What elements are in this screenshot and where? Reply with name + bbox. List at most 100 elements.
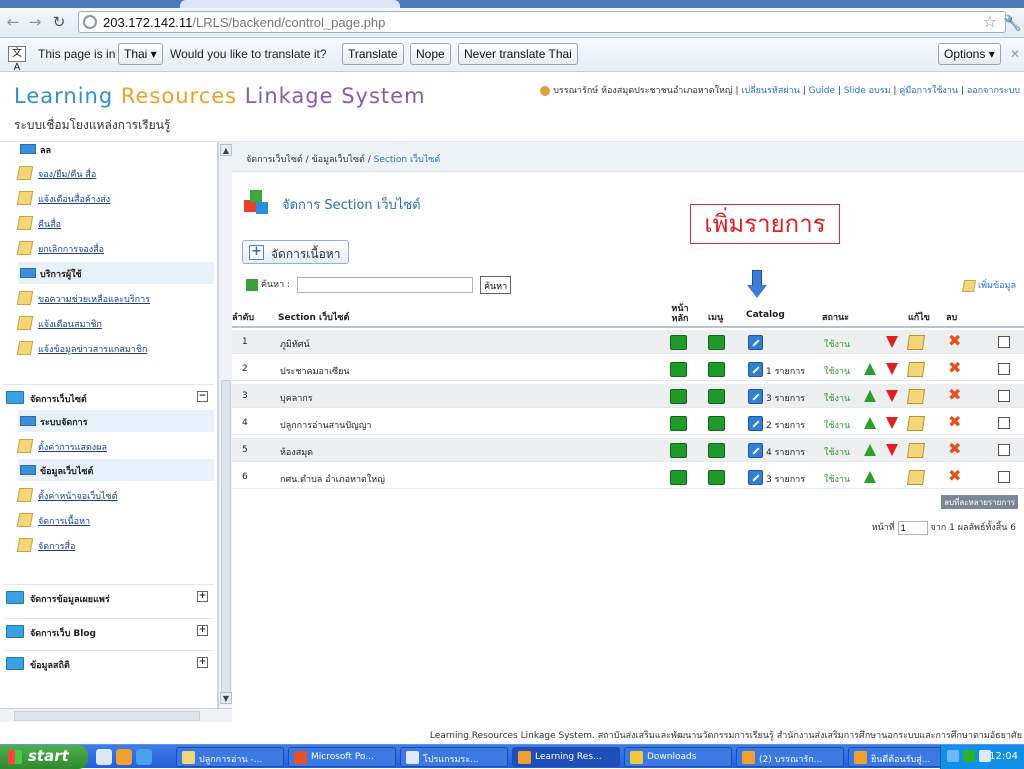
sidebar-item-manage-media[interactable]: จัดการสื่อ	[16, 534, 214, 556]
edit-icon[interactable]	[906, 389, 926, 404]
move-down-icon[interactable]	[886, 336, 898, 348]
sidebar-item-return[interactable]: คืนสื่อ	[16, 212, 214, 234]
network-icon[interactable]	[963, 750, 975, 762]
move-up-icon[interactable]	[864, 363, 876, 375]
status-label[interactable]: ใช้งาน	[824, 391, 850, 405]
menu-toggle-icon[interactable]	[708, 389, 725, 404]
edit-icon[interactable]	[906, 416, 926, 431]
site-logo[interactable]: Learning Resources Linkage System	[14, 84, 426, 108]
home-toggle-icon[interactable]	[670, 443, 687, 458]
delete-icon[interactable]: ✖	[948, 387, 961, 403]
wrench-icon[interactable]: 🔧	[1003, 14, 1022, 32]
catalog-edit-icon[interactable]	[748, 335, 763, 350]
home-toggle-icon[interactable]	[670, 416, 687, 431]
language-select[interactable]: Thai ▾	[118, 43, 163, 65]
ie-icon[interactable]	[136, 749, 152, 765]
bookmark-star-icon[interactable]: ☆	[983, 12, 997, 31]
menu-toggle-icon[interactable]	[708, 416, 725, 431]
taskbar-item[interactable]: Microsoft Po...	[288, 747, 396, 767]
slide-link[interactable]: Slide อบรม	[844, 86, 891, 96]
edit-icon[interactable]	[906, 335, 926, 350]
row-checkbox[interactable]	[998, 336, 1010, 348]
expand-icon[interactable]: +	[197, 591, 208, 602]
delete-icon[interactable]: ✖	[948, 360, 961, 376]
delete-icon[interactable]: ✖	[948, 333, 961, 349]
menu-toggle-icon[interactable]	[708, 443, 725, 458]
sidebar-item-notify-member[interactable]: แจ้งเตือนสมาชิก	[16, 312, 214, 334]
sidebar-item-overdue[interactable]: แจ้งเตือนสื่อค้างส่ง	[16, 187, 214, 209]
status-label[interactable]: ใช้งาน	[824, 472, 850, 486]
catalog-edit-icon[interactable]	[748, 362, 763, 377]
menu-toggle-icon[interactable]	[708, 362, 725, 377]
start-button[interactable]: start	[0, 745, 88, 769]
edit-icon[interactable]	[906, 362, 926, 377]
nope-button[interactable]: Nope	[410, 43, 451, 65]
breadcrumb-current[interactable]: Section เว็บไซต์	[374, 155, 441, 165]
status-label[interactable]: ใช้งาน	[824, 337, 850, 351]
scroll-thumb[interactable]	[221, 380, 231, 696]
sidebar-item-homepage-settings[interactable]: ตั้งค่าหน้าจอเว็บไซต์	[16, 484, 214, 506]
translate-button[interactable]: Translate	[342, 43, 404, 65]
row-checkbox[interactable]	[998, 471, 1010, 483]
menu-toggle-icon[interactable]	[708, 335, 725, 350]
page-input[interactable]	[897, 520, 928, 535]
home-toggle-icon[interactable]	[670, 362, 687, 377]
sidebar-item-display-settings[interactable]: ตั้งค่าการแสดงผล	[16, 435, 214, 457]
firefox-icon[interactable]	[116, 749, 132, 765]
sidebar-item-help[interactable]: ขอความช่วยเหลือและบริการ	[16, 287, 214, 309]
sidebar-group-publish[interactable]: จัดการข้อมูลเผยแพร่ +	[4, 584, 214, 608]
options-button[interactable]: Options ▾	[938, 43, 1001, 65]
delete-icon[interactable]: ✖	[948, 468, 961, 484]
sidebar-item-news[interactable]: แจ้งข้อมูลข่าวสารแก่สมาชิก	[16, 337, 214, 359]
status-label[interactable]: ใช้งาน	[824, 364, 850, 378]
row-checkbox[interactable]	[998, 363, 1010, 375]
move-down-icon[interactable]	[886, 390, 898, 402]
hscroll-thumb[interactable]	[14, 711, 200, 721]
manage-content-button[interactable]: + จัดการเนื้อหา	[242, 240, 350, 264]
move-down-icon[interactable]	[886, 444, 898, 456]
move-down-icon[interactable]	[886, 417, 898, 429]
scroll-down-icon[interactable]: ▼	[220, 692, 232, 704]
taskbar-item[interactable]: (2) บรรณารัก...	[736, 747, 844, 767]
add-data-link[interactable]: เพิ่มข้อมูล	[961, 278, 1016, 292]
edit-icon[interactable]	[906, 443, 926, 458]
move-up-icon[interactable]	[864, 417, 876, 429]
collapse-icon[interactable]: −	[197, 391, 208, 402]
guide-link[interactable]: Guide	[809, 86, 835, 96]
move-up-icon[interactable]	[864, 444, 876, 456]
home-toggle-icon[interactable]	[670, 470, 687, 485]
status-label[interactable]: ใช้งาน	[824, 445, 850, 459]
search-button[interactable]: ค้นหา	[480, 276, 512, 294]
catalog-edit-icon[interactable]	[748, 443, 763, 458]
taskbar-item[interactable]: โปรแกรมระ...	[400, 747, 508, 767]
sidebar-item-cancel-reserve[interactable]: ยกเลิกการจองสื่อ	[16, 237, 214, 259]
browser-tab[interactable]	[180, 0, 400, 8]
row-checkbox[interactable]	[998, 444, 1010, 456]
move-up-icon[interactable]	[864, 471, 876, 483]
delete-icon[interactable]: ✖	[948, 414, 961, 430]
home-toggle-icon[interactable]	[670, 389, 687, 404]
move-down-icon[interactable]	[886, 363, 898, 375]
manual-link[interactable]: คู่มือการใช้งาน	[899, 86, 958, 96]
sidebar-item-reserve[interactable]: จอง/ยืม/คืน สื่อ	[16, 162, 214, 184]
menu-toggle-icon[interactable]	[708, 470, 725, 485]
close-translate-icon[interactable]: ✕	[1010, 47, 1020, 61]
expand-icon[interactable]: +	[197, 657, 208, 668]
forward-icon[interactable]: →	[26, 13, 44, 31]
logout-link[interactable]: ออกจากระบบ	[967, 86, 1020, 96]
sidebar-scrollbar[interactable]: ▲ ▼	[218, 142, 232, 708]
scroll-up-icon[interactable]: ▲	[220, 144, 232, 156]
catalog-edit-icon[interactable]	[748, 389, 763, 404]
catalog-edit-icon[interactable]	[748, 470, 763, 485]
taskbar-item[interactable]: ปลูกการอ่าน -...	[176, 747, 284, 767]
taskbar-item[interactable]: Downloads	[624, 747, 732, 767]
catalog-edit-icon[interactable]	[748, 416, 763, 431]
sidebar-group-website[interactable]: จัดการเว็บไซต์ −	[4, 384, 214, 408]
row-checkbox[interactable]	[998, 417, 1010, 429]
show-desktop-icon[interactable]	[96, 749, 112, 765]
tray-icon[interactable]	[947, 750, 959, 762]
edit-icon[interactable]	[906, 470, 926, 485]
home-toggle-icon[interactable]	[670, 335, 687, 350]
status-label[interactable]: ใช้งาน	[824, 418, 850, 432]
back-icon[interactable]: ←	[4, 13, 22, 31]
